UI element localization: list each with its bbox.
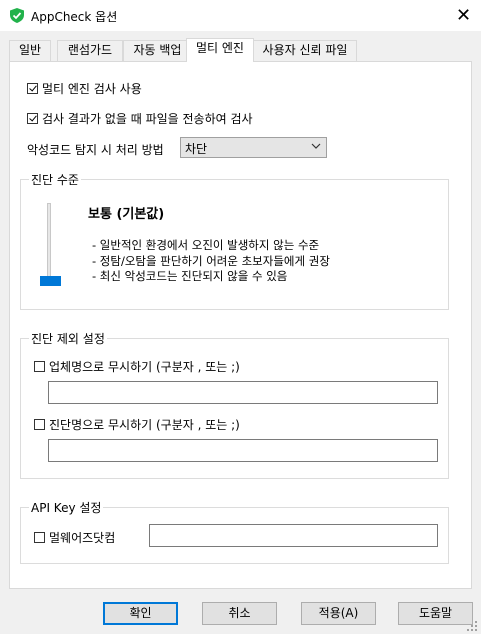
ignore-vendor-label: 업체명으로 무시하기 (구분자 , 또는 ;)	[49, 360, 240, 374]
checkbox-box[interactable]	[27, 113, 38, 124]
level-desc-line: - 일반적인 환경에서 오진이 발생하지 않는 수준	[92, 238, 320, 252]
use-multi-engine-checkbox[interactable]: 멀티 엔진 검사 사용	[27, 80, 142, 97]
ignore-detection-checkbox[interactable]: 진단명으로 무시하기 (구분자 , 또는 ;)	[34, 416, 240, 433]
ignore-vendor-input[interactable]	[48, 381, 438, 404]
window-title: AppCheck 옵션	[31, 10, 118, 24]
ignore-detection-input[interactable]	[48, 439, 438, 462]
malwares-apikey-input[interactable]	[149, 524, 438, 547]
tab-auto-backup[interactable]: 자동 백업	[123, 40, 192, 61]
malwares-checkbox[interactable]: 멀웨어즈닷컴	[34, 529, 115, 546]
tab-general[interactable]: 일반	[9, 40, 51, 61]
detect-action-label: 악성코드 탐지 시 처리 방법	[27, 143, 164, 157]
level-desc-line: - 정탐/오탐을 판단하기 어려운 초보자들에게 권장	[92, 254, 330, 268]
exclude-group-title: 진단 제외 설정	[29, 330, 107, 347]
title-bar: AppCheck 옵션 ✕	[0, 0, 481, 31]
checkbox-box[interactable]	[34, 532, 45, 543]
apply-button[interactable]: 적용(A)	[301, 602, 376, 625]
level-current: 보통 (기본값)	[88, 207, 165, 222]
tab-ransomguard[interactable]: 랜섬가드	[57, 40, 123, 61]
upload-when-no-result-checkbox[interactable]: 검사 결과가 없을 때 파일을 전송하여 검사	[27, 110, 253, 127]
checkbox-box[interactable]	[34, 361, 45, 372]
use-multi-engine-label: 멀티 엔진 검사 사용	[42, 82, 142, 96]
ok-button[interactable]: 확인	[103, 602, 178, 625]
tab-trusted-files[interactable]: 사용자 신뢰 파일	[253, 40, 357, 61]
level-desc-line: - 최신 악성코드는 진단되지 않을 수 있음	[92, 269, 288, 283]
cancel-button[interactable]: 취소	[202, 602, 277, 625]
malwares-label: 멀웨어즈닷컴	[49, 531, 116, 545]
help-button[interactable]: 도움말	[398, 602, 473, 625]
tab-multi-engine[interactable]: 멀티 엔진	[186, 38, 254, 62]
ignore-vendor-checkbox[interactable]: 업체명으로 무시하기 (구분자 , 또는 ;)	[34, 358, 240, 375]
close-button[interactable]: ✕	[446, 0, 481, 31]
close-icon: ✕	[455, 5, 472, 26]
apikey-group-title: API Key 설정	[29, 499, 104, 516]
resize-grip-icon[interactable]	[466, 620, 478, 632]
level-slider-track[interactable]	[47, 203, 51, 286]
upload-when-no-result-label: 검사 결과가 없을 때 파일을 전송하여 검사	[42, 112, 253, 126]
detect-action-select[interactable]: 차단	[180, 137, 327, 158]
level-group-title: 진단 수준	[29, 171, 81, 188]
checkbox-box[interactable]	[27, 83, 38, 94]
checkbox-box[interactable]	[34, 419, 45, 430]
detect-action-value: 차단	[185, 142, 208, 156]
chevron-down-icon	[311, 143, 321, 149]
ignore-detection-label: 진단명으로 무시하기 (구분자 , 또는 ;)	[49, 418, 240, 432]
level-slider-thumb[interactable]	[40, 276, 61, 286]
shield-check-icon	[10, 8, 24, 23]
